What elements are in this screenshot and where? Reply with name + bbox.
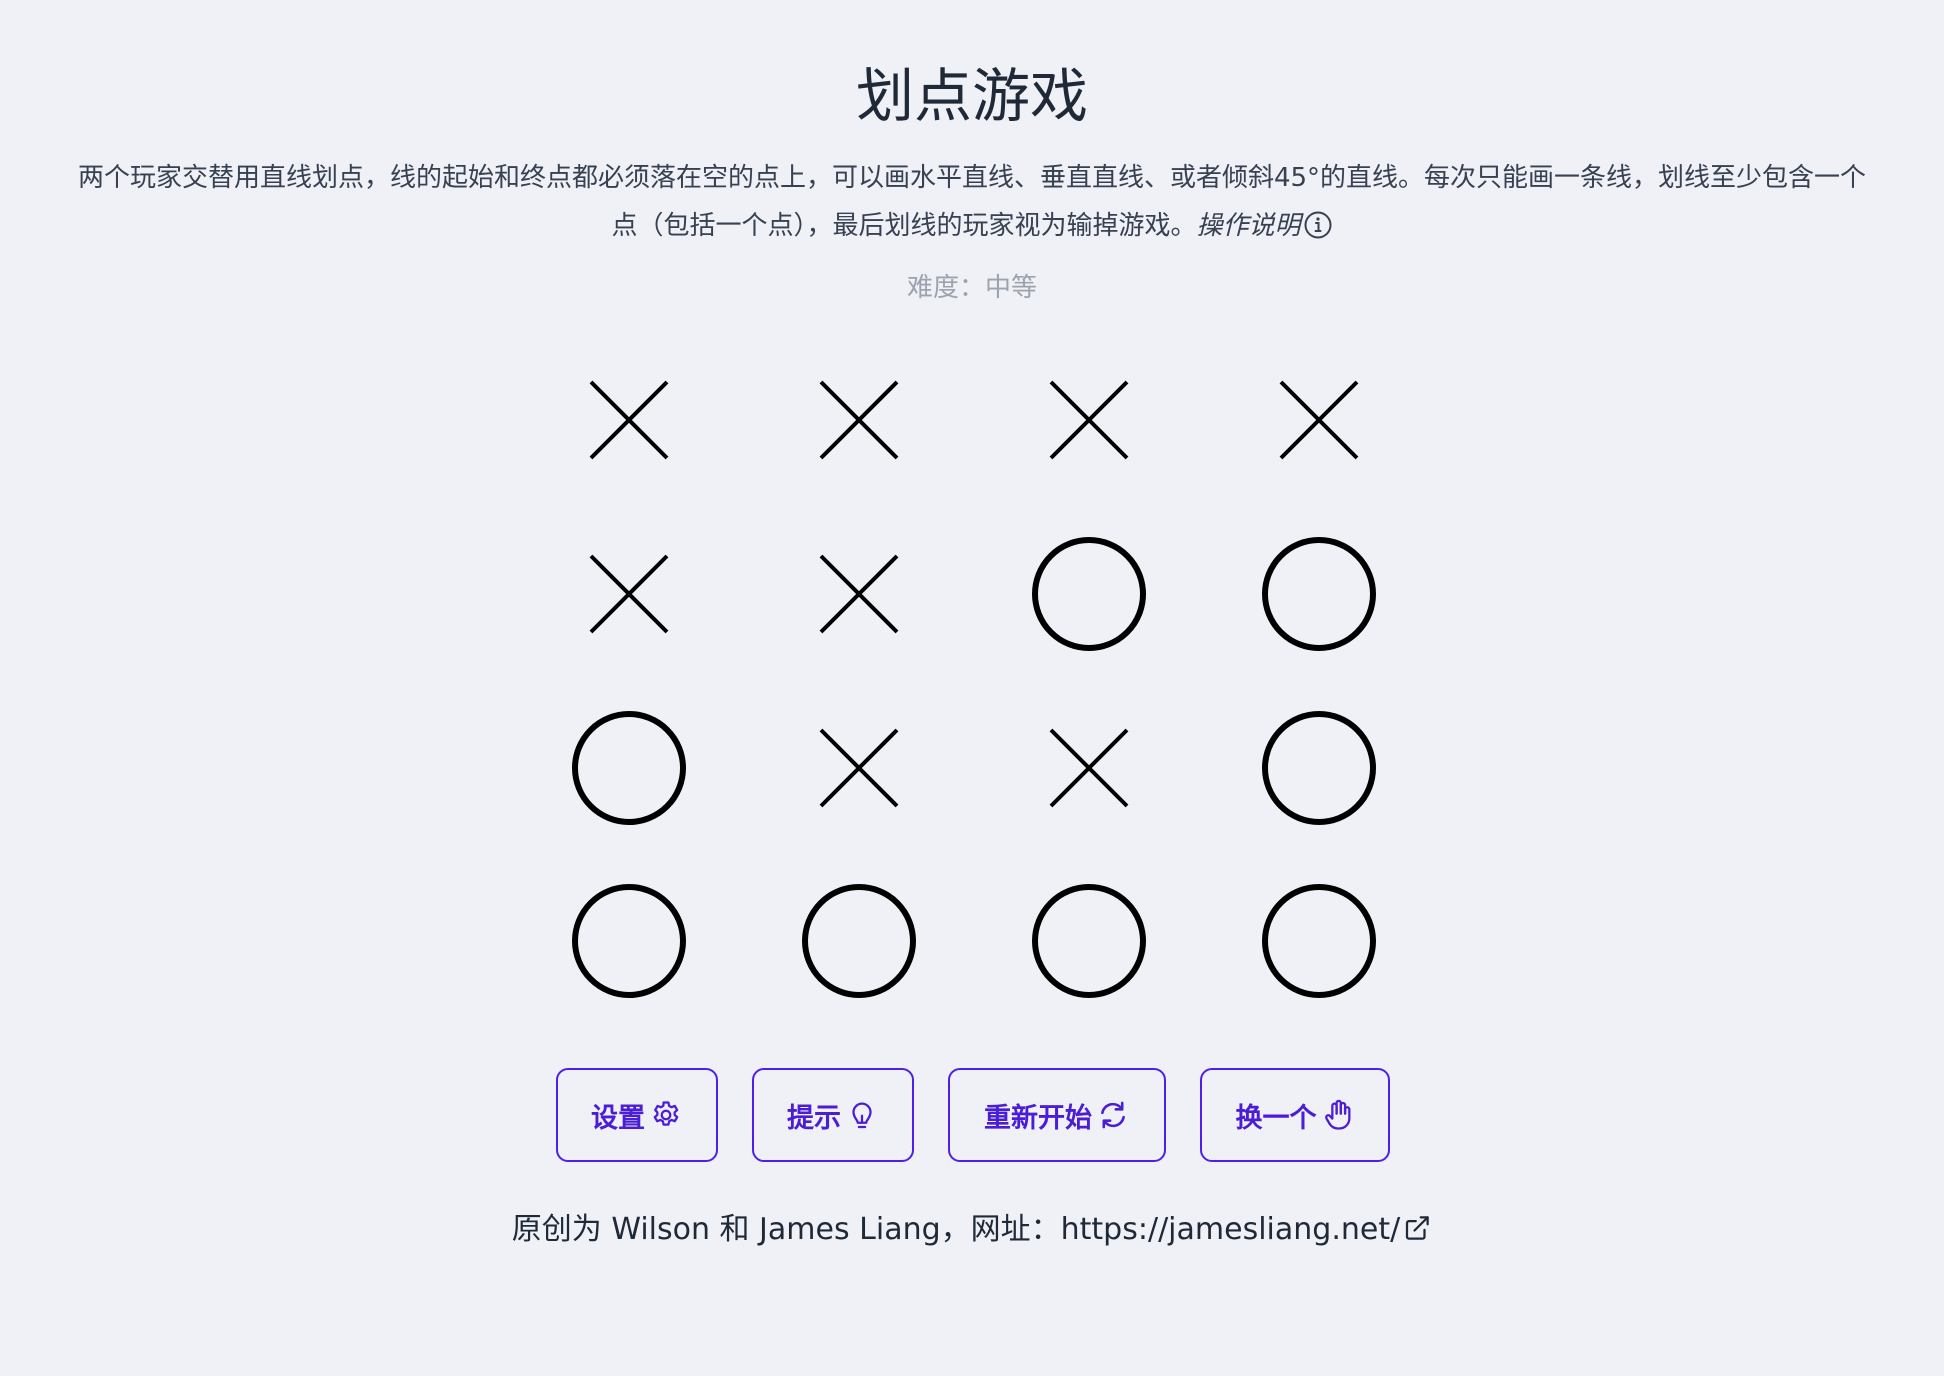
board-cell-r2c1[interactable]: [569, 534, 689, 654]
circle-mark-icon: [1032, 884, 1146, 998]
hint-button[interactable]: 提示: [752, 1068, 914, 1162]
website-link-label: https://jamesliang.net/: [1060, 1212, 1401, 1247]
circle-mark-icon: [802, 884, 916, 998]
hand-icon: [1324, 1099, 1350, 1130]
circle-mark-icon: [572, 711, 686, 825]
board-cell-r2c4[interactable]: [1259, 534, 1379, 654]
refresh-icon: [1101, 1101, 1125, 1129]
info-icon: [1304, 211, 1332, 239]
board-cell-r3c4[interactable]: [1259, 708, 1379, 828]
restart-button-label: 重新开始: [984, 1102, 1092, 1134]
game-board: [560, 360, 1376, 1020]
hint-button-label: 提示: [787, 1102, 841, 1134]
cross-mark-icon: [819, 380, 899, 460]
circle-mark-icon: [1262, 884, 1376, 998]
board-cell-r3c3[interactable]: [1029, 708, 1149, 828]
board-cell-r4c4[interactable]: [1259, 881, 1379, 1001]
cross-mark-icon: [589, 554, 669, 634]
circle-mark-icon: [1262, 537, 1376, 651]
lightbulb-icon: [852, 1102, 872, 1129]
description-text: 两个玩家交替用直线划点，线的起始和终点都必须落在空的点上，可以画水平直线、垂直直…: [77, 163, 1867, 241]
board-cell-r4c3[interactable]: [1029, 881, 1149, 1001]
cross-mark-icon: [819, 554, 899, 634]
external-link-icon: [1406, 1216, 1429, 1240]
board-cell-r1c4[interactable]: [1259, 360, 1379, 480]
footer-text: 原创为 Wilson 和 James Liang，网址：: [511, 1212, 1061, 1247]
gear-icon: [653, 1101, 679, 1126]
board-cell-r1c2[interactable]: [799, 360, 919, 480]
board-cell-r2c3[interactable]: [1029, 534, 1149, 654]
cross-mark-icon: [819, 728, 899, 808]
settings-button-label: 设置: [591, 1102, 645, 1134]
board-cell-r4c2[interactable]: [799, 881, 919, 1001]
restart-button[interactable]: 重新开始: [948, 1068, 1166, 1162]
help-link[interactable]: 操作说明: [1197, 211, 1333, 241]
new-puzzle-button-label: 换一个: [1235, 1102, 1317, 1134]
board-cell-r1c3[interactable]: [1029, 360, 1149, 480]
circle-mark-icon: [1262, 711, 1376, 825]
board-cell-r4c1[interactable]: [569, 881, 689, 1001]
board-cell-r3c1[interactable]: [569, 708, 689, 828]
board-cell-r3c2[interactable]: [799, 708, 919, 828]
board-cell-r2c2[interactable]: [799, 534, 919, 654]
website-link[interactable]: https://jamesliang.net/: [1061, 1212, 1433, 1247]
circle-mark-icon: [1032, 537, 1146, 651]
help-link-label: 操作说明: [1196, 211, 1301, 241]
circle-mark-icon: [572, 884, 686, 998]
cross-mark-icon: [1049, 380, 1129, 460]
cross-mark-icon: [589, 380, 669, 460]
cross-mark-icon: [1049, 728, 1129, 808]
game-description: 两个玩家交替用直线划点，线的起始和终点都必须落在空的点上，可以画水平直线、垂直直…: [70, 154, 1874, 250]
page-title: 划点游戏: [855, 62, 1088, 130]
cross-mark-icon: [1279, 380, 1359, 460]
board-cell-r1c1[interactable]: [569, 360, 689, 480]
footer-credit: 原创为 Wilson 和 James Liang，网址：https://jame…: [0, 1208, 1944, 1252]
new-puzzle-button[interactable]: 换一个: [1200, 1068, 1390, 1162]
settings-button[interactable]: 设置: [556, 1068, 718, 1162]
button-bar: 设置 提示 重新开始 换一个: [0, 1068, 1944, 1166]
difficulty-label: 难度：中等: [906, 273, 1037, 303]
